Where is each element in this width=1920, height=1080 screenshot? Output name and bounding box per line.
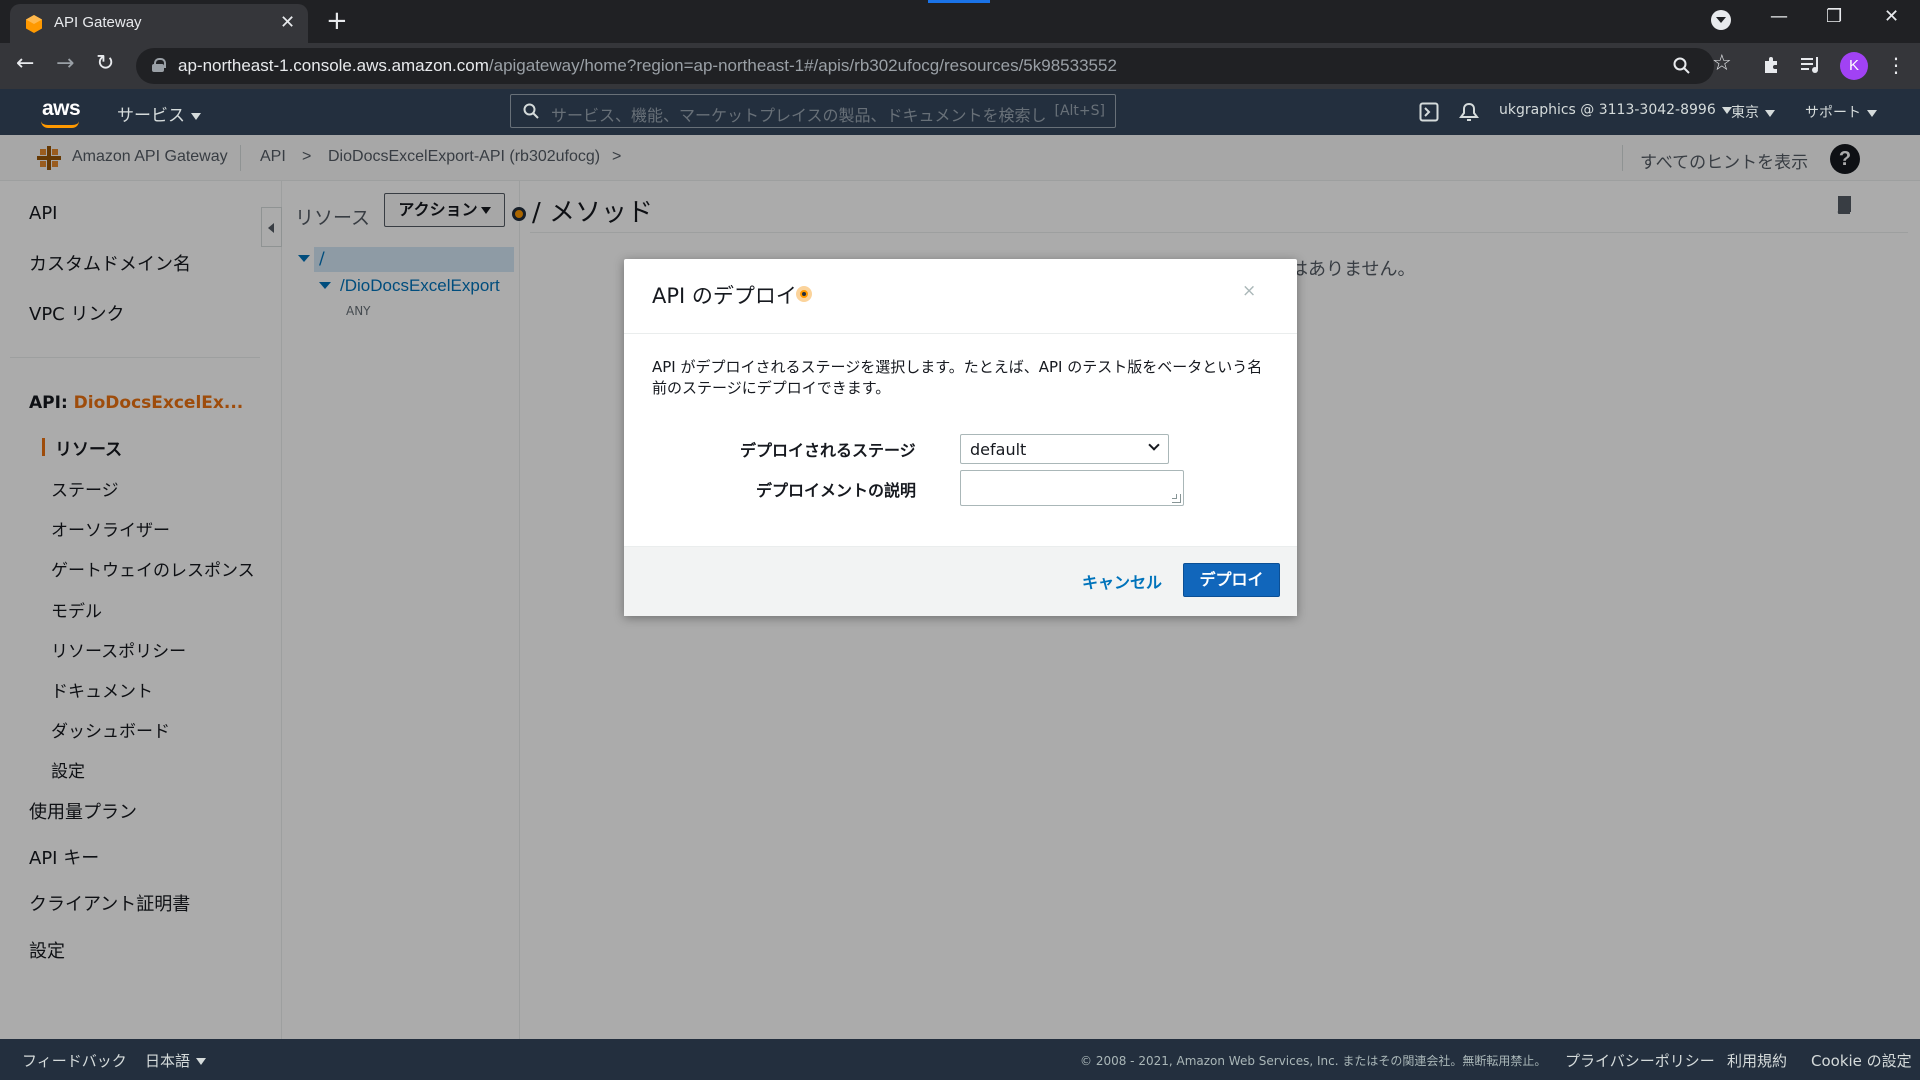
cancel-button[interactable]: キャンセル <box>1082 569 1162 593</box>
cloudshell-icon[interactable] <box>1419 102 1439 122</box>
deployment-description-field[interactable] <box>960 470 1184 506</box>
back-icon[interactable]: ← <box>16 51 34 76</box>
tab-close-icon[interactable]: ✕ <box>280 12 295 33</box>
tab-search-icon[interactable] <box>1711 10 1731 30</box>
chevron-down-icon <box>1148 439 1160 451</box>
chevron-down-icon <box>191 112 201 120</box>
support-menu[interactable]: サポート <box>1805 102 1877 122</box>
cookie-settings-link[interactable]: Cookie の設定 <box>1811 1050 1912 1071</box>
notifications-bell-icon[interactable] <box>1459 102 1479 122</box>
stage-select-value: default <box>970 440 1027 459</box>
language-selector[interactable]: 日本語 <box>145 1050 207 1071</box>
dialog-header: API のデプロイ × <box>624 259 1297 334</box>
minimize-icon[interactable]: — <box>1770 6 1788 27</box>
copyright-text: © 2008 - 2021, Amazon Web Services, Inc.… <box>1080 1054 1547 1068</box>
region-menu[interactable]: 東京 <box>1731 102 1775 122</box>
reload-icon[interactable]: ↻ <box>96 51 114 76</box>
media-control-icon[interactable] <box>1800 55 1822 75</box>
browser-toolbar: ← → ↻ ap-northeast-1.console.aws.amazon.… <box>0 43 1920 89</box>
chevron-down-icon <box>1765 109 1775 117</box>
window-close-icon[interactable]: ✕ <box>1884 6 1899 27</box>
hint-dot-icon[interactable] <box>796 286 812 302</box>
browser-menu-icon[interactable]: ⋮ <box>1886 53 1906 77</box>
tab-title: API Gateway <box>54 14 142 31</box>
terms-link[interactable]: 利用規約 <box>1727 1050 1787 1071</box>
aws-footer: フィードバック 日本語 © 2008 - 2021, Amazon Web Se… <box>0 1039 1920 1080</box>
dialog-description: API がデプロイされるステージを選択します。たとえば、API のテスト版をベー… <box>652 358 1263 397</box>
search-shortcut: [Alt+S] <box>1054 103 1106 119</box>
deploy-button[interactable]: デプロイ <box>1183 563 1280 597</box>
api-gateway-favicon-icon <box>26 15 42 33</box>
privacy-policy-link[interactable]: プライバシーポリシー <box>1565 1050 1715 1071</box>
zoom-search-icon[interactable] <box>1672 56 1692 76</box>
resize-handle-icon[interactable] <box>1172 494 1181 503</box>
lock-icon[interactable] <box>152 58 166 72</box>
aws-top-nav: aws サービス サービス、機能、マーケットプレイスの製品、ドキュメントを検索し… <box>0 89 1920 135</box>
tab-loading-indicator <box>928 0 990 3</box>
modal-backdrop[interactable]: API のデプロイ × API がデプロイされるステージを選択します。たとえば、… <box>0 135 1920 1039</box>
feedback-link[interactable]: フィードバック <box>22 1050 127 1071</box>
profile-avatar[interactable]: K <box>1840 52 1868 80</box>
dialog-footer: キャンセル デプロイ <box>624 546 1297 616</box>
address-bar[interactable]: ap-northeast-1.console.aws.amazon.com/ap… <box>136 48 1714 84</box>
close-icon[interactable]: × <box>1242 281 1256 301</box>
chevron-down-icon <box>196 1058 207 1065</box>
deployment-description-label: デプロイメントの説明 <box>756 481 917 500</box>
aws-search-input[interactable]: サービス、機能、マーケットプレイスの製品、ドキュメントを検索し [Alt+S] <box>510 94 1116 128</box>
bookmark-star-icon[interactable]: ☆ <box>1712 51 1732 76</box>
url-text[interactable]: ap-northeast-1.console.aws.amazon.com/ap… <box>178 56 1117 76</box>
chevron-down-icon <box>1867 109 1877 117</box>
account-menu[interactable]: ukgraphics @ 3113-3042-8996 <box>1499 102 1732 118</box>
stage-label: デプロイされるステージ <box>740 441 916 460</box>
search-placeholder: サービス、機能、マーケットプレイスの製品、ドキュメントを検索し <box>551 106 1047 125</box>
aws-smile-icon <box>41 121 79 128</box>
search-icon <box>523 103 539 119</box>
forward-icon[interactable]: → <box>56 51 74 76</box>
extensions-icon[interactable] <box>1762 55 1782 75</box>
dialog-title: API のデプロイ <box>652 284 797 308</box>
stage-select[interactable]: default <box>960 434 1169 464</box>
services-menu[interactable]: サービス <box>117 101 201 126</box>
new-tab-icon[interactable]: + <box>326 6 348 36</box>
browser-tab[interactable]: API Gateway ✕ <box>10 4 308 43</box>
browser-tab-strip: API Gateway ✕ + — ❐ ✕ <box>0 0 1920 43</box>
deploy-api-dialog: API のデプロイ × API がデプロイされるステージを選択します。たとえば、… <box>624 259 1297 616</box>
aws-logo[interactable]: aws <box>42 97 81 121</box>
restore-icon[interactable]: ❐ <box>1826 6 1842 27</box>
